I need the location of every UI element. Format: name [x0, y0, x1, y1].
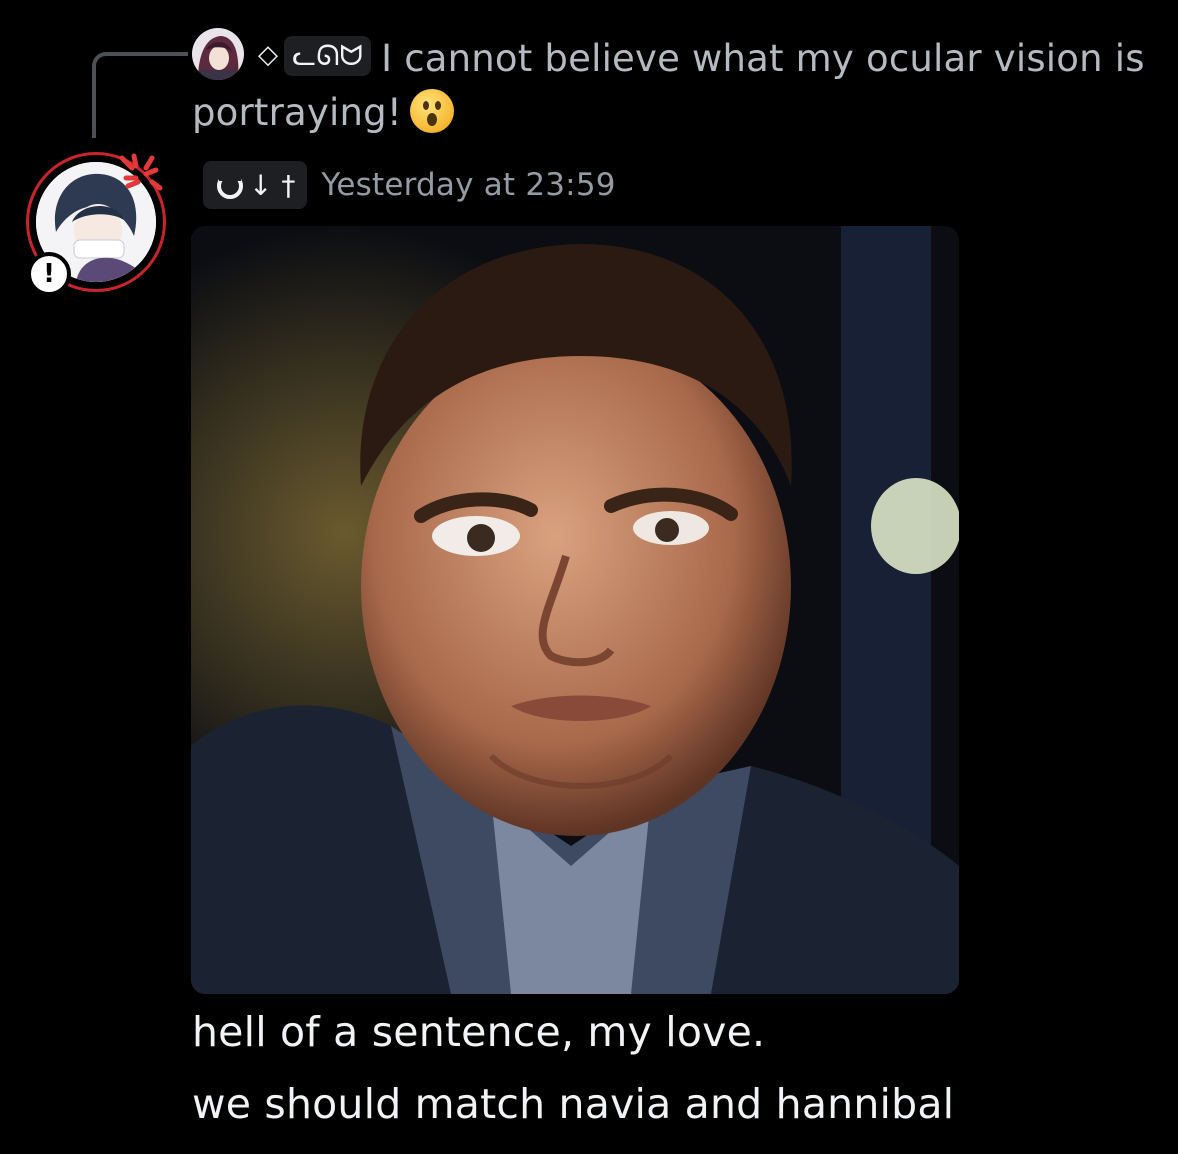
alert-badge-icon: ! [27, 252, 71, 296]
reply-preview[interactable]: ◇ ᓚᘏᗢ I cannot believe what my ocular visi… [192, 28, 1152, 140]
image-attachment[interactable] [191, 226, 959, 994]
moon-glyph-icon [215, 170, 245, 200]
astonished-face-emoji-icon [409, 89, 454, 133]
message-timestamp[interactable]: Yesterday at 23:59 [321, 167, 615, 203]
meme-image-icon [191, 226, 959, 994]
message-line-2: we should match navia and hannibal [192, 1080, 955, 1128]
author-avatar[interactable]: ! [26, 152, 166, 296]
reply-author-prefix: ◇ [258, 40, 279, 70]
reply-author-tag[interactable]: ᓚᘏᗢ [284, 36, 372, 76]
author-name-tag[interactable]: ↓ † [203, 161, 308, 209]
reply-connector-line [92, 52, 188, 138]
message-header: ↓ † Yesterday at 23:59 [203, 160, 616, 210]
message-line-1: hell of a sentence, my love. [192, 1008, 766, 1056]
anger-symbol-icon [119, 153, 163, 191]
author-tag-text: ↓ † [249, 168, 296, 202]
